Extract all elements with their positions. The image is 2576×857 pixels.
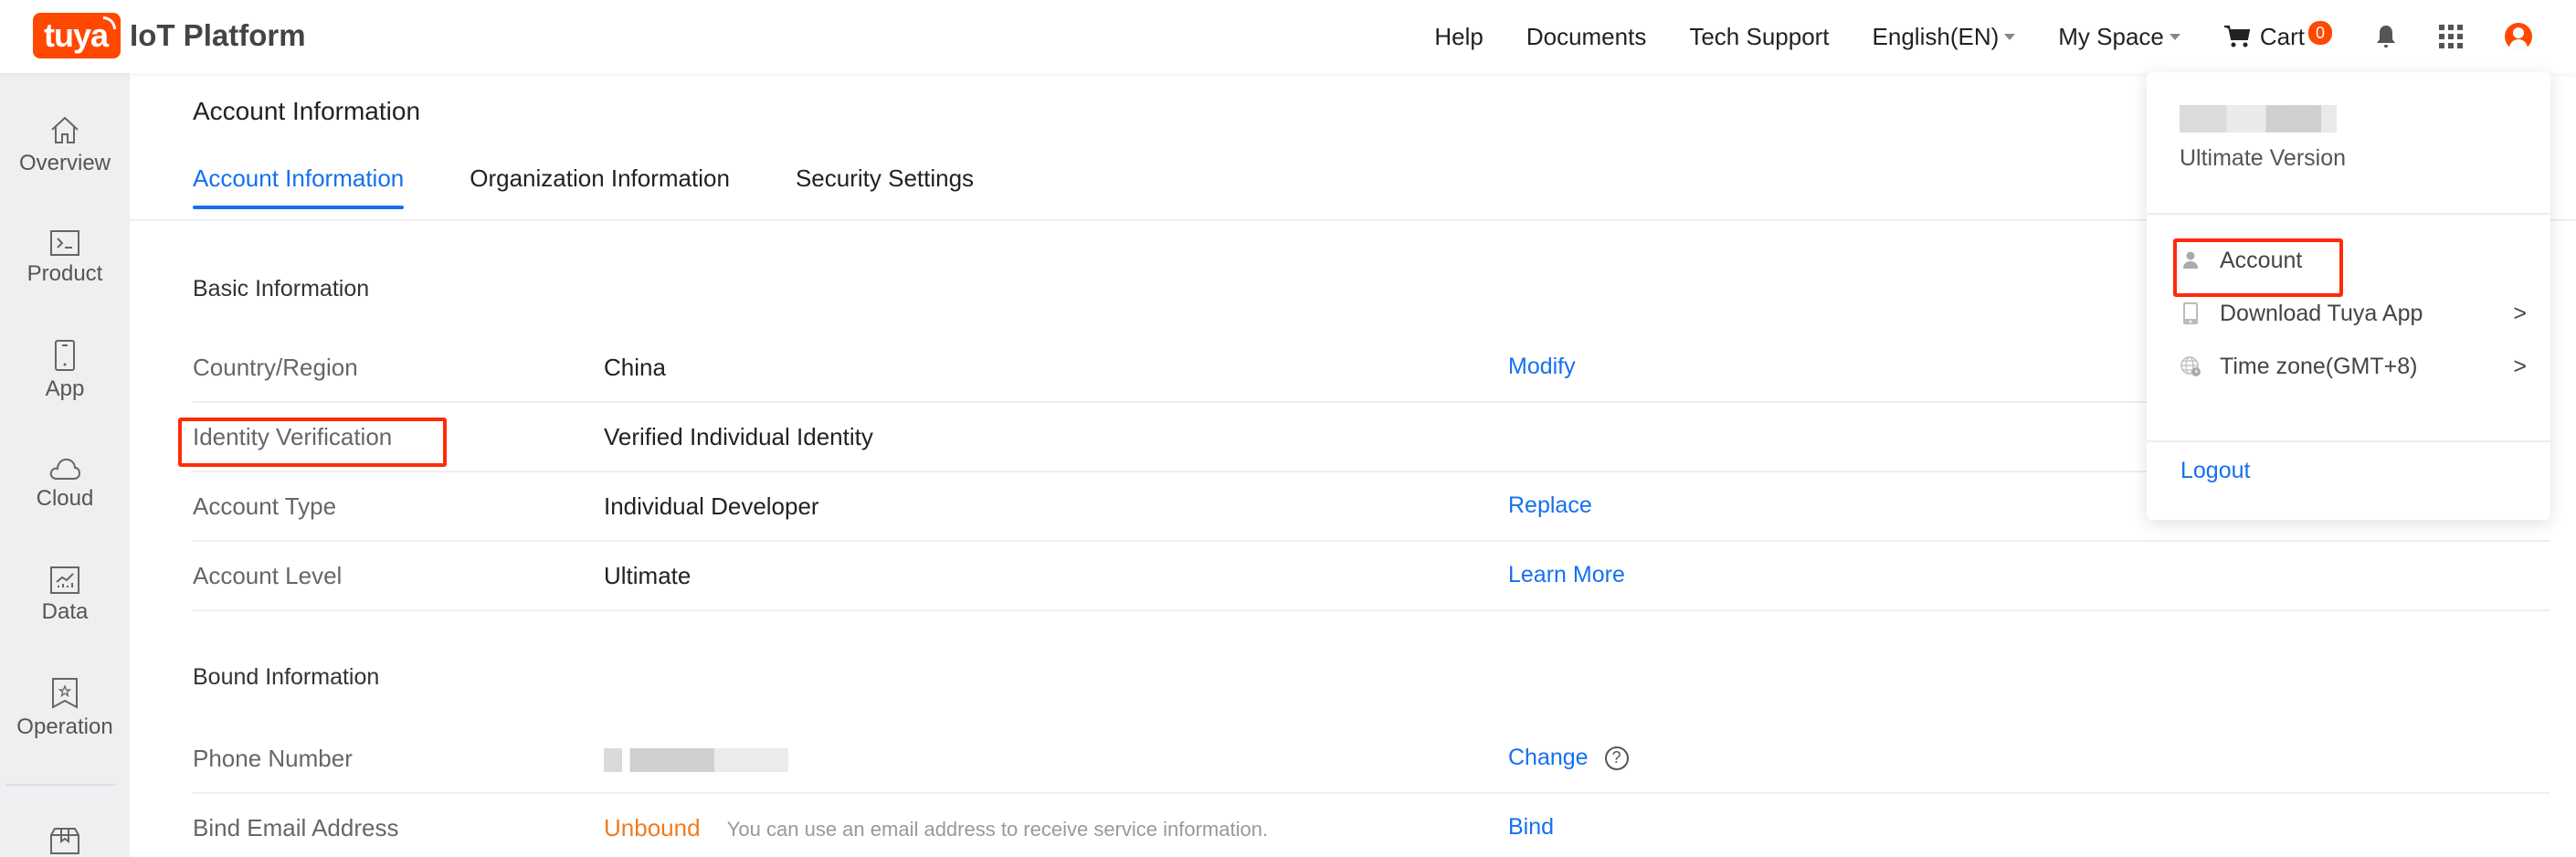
info-row-phone-number: Phone Number Change ? — [193, 725, 2550, 794]
change-action: Change ? — [1508, 745, 1629, 771]
cart-label: Cart — [2259, 22, 2305, 50]
unbound-status: Unbound — [604, 814, 701, 841]
phone-number-redacted — [604, 745, 788, 773]
sidebar-item-label: Data — [41, 599, 89, 624]
modify-link[interactable]: Modify — [1508, 354, 1576, 380]
top-header: tuya IoT Platform Help Documents Tech Su… — [0, 0, 2576, 73]
learn-more-link[interactable]: Learn More — [1508, 562, 1625, 588]
sidebar-item-overview[interactable]: Overview — [0, 116, 130, 176]
language-selector[interactable]: English(EN) — [1873, 23, 2016, 51]
wifi-signal-icon — [103, 16, 117, 29]
basic-information-heading: Basic Information — [193, 276, 370, 302]
sidebar-item-product[interactable]: Product — [0, 230, 130, 287]
globe-clock-icon — [2180, 355, 2201, 377]
account-version: Ultimate Version — [2180, 145, 2347, 171]
change-link[interactable]: Change — [1508, 745, 1589, 771]
phone-icon — [55, 340, 75, 371]
menu-divider — [2147, 440, 2550, 442]
logout-link[interactable]: Logout — [2180, 458, 2250, 484]
notifications-button[interactable] — [2375, 24, 2397, 49]
row-label: Phone Number — [193, 745, 353, 772]
row-label: Bind Email Address — [193, 814, 399, 841]
top-nav: Help Documents Tech Support English(EN) … — [1434, 0, 2576, 73]
email-status: Unbound You can use an email address to … — [604, 814, 1268, 842]
caret-down-icon — [2004, 33, 2016, 40]
sidebar-item-label: Cloud — [36, 486, 94, 511]
bind-link[interactable]: Bind — [1508, 814, 1554, 841]
sidebar-item-label: App — [45, 376, 85, 401]
info-row-bind-email: Bind Email Address Unbound You can use a… — [193, 794, 2550, 857]
email-hint: You can use an email address to receive … — [726, 818, 1269, 841]
phone-icon — [2180, 302, 2201, 325]
row-value: Individual Developer — [604, 492, 819, 520]
menu-item-label: Download Tuya App — [2220, 300, 2423, 326]
row-label: Account Type — [193, 492, 337, 520]
highlight-box-account — [2173, 238, 2343, 297]
apps-grid-icon — [2439, 25, 2463, 48]
menu-item-download-app[interactable]: Download Tuya App > — [2180, 295, 2527, 332]
chevron-right-icon: > — [2513, 353, 2527, 379]
sidebar-item-label: Product — [26, 261, 103, 286]
sidebar-item-label: Overview — [18, 151, 111, 175]
tab-bar: Account Information Organization Informa… — [193, 164, 1040, 209]
menu-item-time-zone[interactable]: Time zone(GMT+8) > — [2180, 348, 2527, 385]
logo[interactable]: tuya IoT Platform — [33, 13, 306, 58]
caret-down-icon — [2169, 33, 2180, 40]
redacted-block — [604, 748, 788, 773]
cart-count-badge: 0 — [2308, 21, 2332, 45]
page-title: Account Information — [193, 97, 421, 125]
username-redacted — [2180, 105, 2337, 132]
tab-organization-information[interactable]: Organization Information — [470, 164, 730, 209]
language-label: English(EN) — [1872, 22, 2000, 50]
sidebar-item-operation[interactable]: Operation — [0, 678, 130, 740]
sidebar-divider — [5, 784, 115, 786]
cart-button[interactable]: Cart 0 — [2223, 21, 2332, 51]
sidebar-item-data[interactable]: Data — [0, 566, 130, 625]
nav-tech-support[interactable]: Tech Support — [1689, 23, 1829, 51]
logo-text: IoT Platform — [130, 18, 306, 52]
sidebar: Overview Product App Cloud Data Operatio… — [0, 73, 130, 857]
replace-link[interactable]: Replace — [1508, 492, 1592, 519]
home-icon — [51, 116, 79, 143]
row-label: Account Level — [193, 562, 343, 589]
nav-documents[interactable]: Documents — [1526, 23, 1647, 51]
tuya-logo-badge: tuya — [33, 13, 121, 58]
menu-divider — [2147, 213, 2550, 215]
box-icon — [50, 828, 79, 854]
row-label: Country/Region — [193, 354, 358, 381]
sidebar-item-app[interactable]: App — [0, 340, 130, 402]
my-space-selector[interactable]: My Space — [2058, 23, 2180, 51]
row-value: China — [604, 354, 666, 381]
help-question-icon[interactable]: ? — [1604, 746, 1629, 770]
chevron-right-icon: > — [2513, 300, 2527, 326]
apps-grid-button[interactable] — [2439, 25, 2463, 48]
row-value: Verified Individual Identity — [604, 423, 873, 450]
terminal-icon — [50, 230, 79, 256]
user-menu-dropdown: Ultimate Version Account Download Tuya A… — [2147, 72, 2550, 520]
cart-icon — [2223, 26, 2251, 48]
bound-information-heading: Bound Information — [193, 664, 380, 690]
tab-security-settings[interactable]: Security Settings — [796, 164, 974, 209]
info-row-account-level: Account Level Ultimate Learn More — [193, 542, 2550, 611]
highlight-box-identity-verification — [178, 418, 447, 467]
bell-icon — [2377, 26, 2395, 48]
nav-help[interactable]: Help — [1434, 23, 1483, 51]
sidebar-item-marketplace[interactable] — [0, 827, 130, 857]
cloud-icon — [49, 458, 80, 480]
sidebar-item-label: Operation — [16, 714, 113, 739]
row-value: Ultimate — [604, 562, 692, 589]
my-space-label: My Space — [2058, 22, 2164, 50]
sidebar-item-cloud[interactable]: Cloud — [0, 457, 130, 512]
tab-account-information[interactable]: Account Information — [193, 164, 405, 209]
menu-item-label: Time zone(GMT+8) — [2220, 353, 2418, 379]
user-avatar-icon[interactable] — [2505, 23, 2532, 50]
logo-badge-text: tuya — [44, 16, 109, 54]
bookmark-star-icon — [52, 678, 78, 709]
chart-icon — [50, 566, 79, 594]
